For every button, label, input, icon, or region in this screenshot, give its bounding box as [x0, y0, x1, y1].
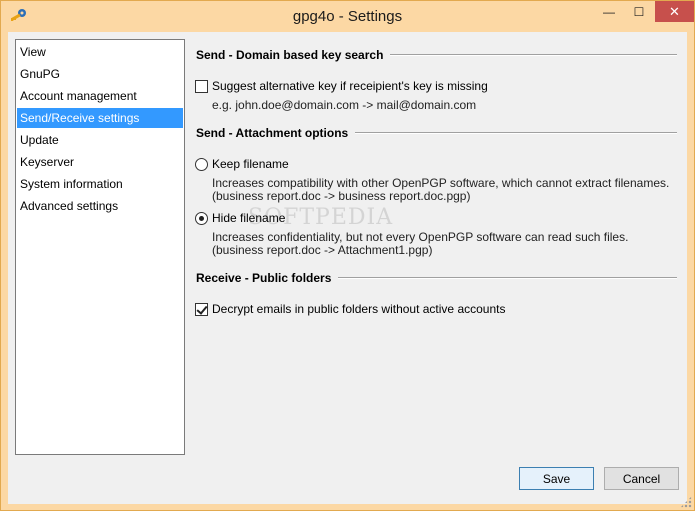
- section-heading: Receive - Public folders: [196, 271, 332, 285]
- suggest-key-checkbox[interactable]: [195, 79, 208, 93]
- minimize-button[interactable]: —: [595, 1, 623, 22]
- decrypt-public-option[interactable]: Decrypt emails in public folders without…: [195, 302, 505, 316]
- nav-item-view[interactable]: View: [17, 42, 183, 62]
- section-send-attachment: Send - Attachment options: [196, 125, 677, 141]
- settings-nav-list[interactable]: View GnuPG Account management Send/Recei…: [15, 39, 185, 455]
- section-heading: Send - Domain based key search: [196, 48, 384, 62]
- section-divider: [338, 277, 677, 279]
- dialog-client-area: View GnuPG Account management Send/Recei…: [8, 32, 687, 504]
- save-button[interactable]: Save: [519, 467, 594, 490]
- decrypt-public-label: Decrypt emails in public folders without…: [212, 302, 506, 316]
- suggest-key-label: Suggest alternative key if receipient's …: [212, 79, 488, 93]
- section-divider: [390, 54, 677, 56]
- hide-filename-option[interactable]: Hide filename: [195, 211, 285, 225]
- suggest-key-option[interactable]: Suggest alternative key if receipient's …: [195, 79, 488, 93]
- section-divider: [355, 132, 677, 134]
- close-button[interactable]: ✕: [655, 1, 694, 22]
- nav-item-system-information[interactable]: System information: [17, 174, 183, 194]
- settings-window: gpg4o - Settings — ☐ ✕ View GnuPG Accoun…: [0, 0, 695, 511]
- domain-example-text: e.g. john.doe@domain.com -> mail@domain.…: [212, 98, 477, 112]
- nav-item-update[interactable]: Update: [17, 130, 183, 150]
- maximize-button[interactable]: ☐: [625, 1, 653, 22]
- nav-item-send-receive-settings[interactable]: Send/Receive settings: [17, 108, 183, 128]
- keep-filename-option[interactable]: Keep filename: [195, 157, 289, 171]
- nav-item-gnupg[interactable]: GnuPG: [17, 64, 183, 84]
- section-receive-public: Receive - Public folders: [196, 270, 677, 286]
- keep-filename-radio[interactable]: [195, 157, 208, 171]
- cancel-button[interactable]: Cancel: [604, 467, 679, 490]
- window-title: gpg4o - Settings: [292, 8, 403, 25]
- section-send-domain: Send - Domain based key search: [196, 47, 677, 63]
- hide-filename-label: Hide filename: [212, 211, 286, 225]
- title-bar[interactable]: gpg4o - Settings — ☐ ✕: [1, 1, 694, 31]
- nav-item-account-management[interactable]: Account management: [17, 86, 183, 106]
- section-heading: Send - Attachment options: [196, 126, 349, 140]
- keep-filename-label: Keep filename: [212, 157, 289, 171]
- nav-item-keyserver[interactable]: Keyserver: [17, 152, 183, 172]
- keep-filename-example: (business report.doc -> business report.…: [212, 189, 471, 203]
- decrypt-public-checkbox[interactable]: [195, 302, 208, 316]
- hide-filename-example: (business report.doc -> Attachment1.pgp): [212, 243, 433, 257]
- nav-item-advanced-settings[interactable]: Advanced settings: [17, 196, 183, 216]
- hide-filename-radio[interactable]: [195, 211, 208, 225]
